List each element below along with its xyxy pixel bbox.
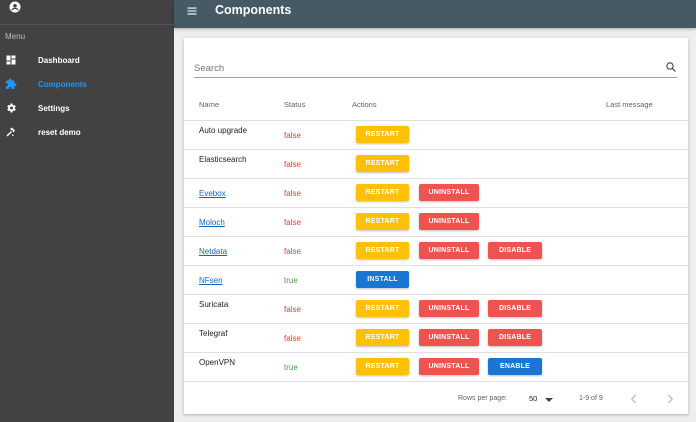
sidebar-item-reset-demo[interactable]: reset demo (0, 122, 174, 142)
rows-per-page-value: 50 (529, 394, 538, 403)
dashboard-icon (6, 55, 16, 65)
component-name: Telegraf (199, 329, 228, 338)
restart-button[interactable]: RESTART (356, 242, 409, 259)
search-icon[interactable] (665, 61, 677, 73)
menu-heading: Menu (5, 32, 26, 41)
status-value: false (284, 160, 301, 169)
hamburger-menu-icon[interactable] (186, 5, 198, 17)
disable-button[interactable]: DISABLE (488, 300, 542, 317)
uninstall-button[interactable]: UNINSTALL (419, 213, 479, 230)
uninstall-button[interactable]: UNINSTALL (419, 300, 479, 317)
uninstall-button[interactable]: UNINSTALL (419, 329, 479, 346)
sidebar-header (0, 0, 174, 25)
status-value: false (284, 189, 301, 198)
chevron-right-icon[interactable] (663, 392, 677, 406)
uninstall-button[interactable]: UNINSTALL (419, 242, 479, 259)
component-link[interactable]: Evebox (199, 189, 226, 198)
caret-down-icon (545, 398, 553, 402)
table-row: OpenVPN true RESTART UNINSTALL ENABLE (184, 353, 688, 382)
table-row: Moloch false RESTART UNINSTALL (184, 208, 688, 237)
column-header-last-message[interactable]: Last message (606, 100, 653, 109)
restart-button[interactable]: RESTART (356, 300, 409, 317)
status-value: false (284, 334, 301, 343)
component-name: OpenVPN (199, 358, 236, 367)
rows-per-page-select[interactable]: 50 (529, 392, 559, 406)
app-bar: Components (174, 0, 696, 28)
table-row: Suricata false RESTART UNINSTALL DISABLE (184, 295, 688, 324)
table-row: NFsen true INSTALL (184, 266, 688, 295)
uninstall-button[interactable]: UNINSTALL (419, 358, 479, 375)
sidebar-item-label: Dashboard (38, 55, 80, 65)
table-row: Evebox false RESTART UNINSTALL (184, 179, 688, 208)
table-pagination: Rows per page: 50 1-9 of 9 (184, 386, 688, 414)
restart-button[interactable]: RESTART (356, 155, 409, 172)
restart-button[interactable]: RESTART (356, 329, 409, 346)
sidebar-item-label: reset demo (38, 127, 81, 137)
components-card: Name Status Actions Last message Auto up… (184, 38, 688, 414)
chevron-left-icon[interactable] (627, 392, 641, 406)
page-title: Components (215, 3, 292, 17)
sidebar-item-dashboard[interactable]: Dashboard (0, 50, 174, 70)
component-name: Suricata (199, 300, 229, 309)
disable-button[interactable]: DISABLE (488, 329, 542, 346)
status-value: true (284, 363, 298, 372)
component-link[interactable]: NFsen (199, 276, 223, 285)
component-name: Auto upgrade (199, 126, 248, 135)
gear-icon (7, 103, 16, 113)
status-value: false (284, 218, 301, 227)
puzzle-icon (6, 78, 17, 89)
restart-button[interactable]: RESTART (356, 213, 409, 230)
sidebar-item-label: Components (38, 79, 87, 89)
sidebar-item-components[interactable]: Components (0, 74, 174, 94)
column-header-actions[interactable]: Actions (352, 100, 377, 109)
restart-button[interactable]: RESTART (356, 358, 409, 375)
install-button[interactable]: INSTALL (356, 271, 409, 288)
sidebar-item-settings[interactable]: Settings (0, 98, 174, 118)
status-value: false (284, 305, 301, 314)
table-row: Telegraf false RESTART UNINSTALL DISABLE (184, 324, 688, 353)
component-link[interactable]: Moloch (199, 218, 225, 227)
status-value: false (284, 131, 301, 140)
account-icon[interactable] (9, 1, 21, 13)
search-input[interactable] (194, 60, 654, 76)
column-header-status[interactable]: Status (284, 100, 305, 109)
sidebar-item-label: Settings (38, 103, 70, 113)
status-value: true (284, 276, 298, 285)
restart-button[interactable]: RESTART (356, 184, 409, 201)
table-row: Netdata false RESTART UNINSTALL DISABLE (184, 237, 688, 266)
pagination-range: 1-9 of 9 (579, 395, 603, 402)
table-row: Auto upgrade false RESTART (184, 121, 688, 150)
enable-button[interactable]: ENABLE (488, 358, 542, 375)
status-value: false (284, 247, 301, 256)
table-row: Elasticsearch false RESTART (184, 150, 688, 179)
column-header-name[interactable]: Name (199, 100, 219, 109)
rows-per-page-label: Rows per page: (458, 395, 508, 402)
disable-button[interactable]: DISABLE (488, 242, 542, 259)
hammer-icon (6, 127, 15, 137)
restart-button[interactable]: RESTART (356, 126, 409, 143)
uninstall-button[interactable]: UNINSTALL (419, 184, 479, 201)
component-link[interactable]: Netdata (199, 247, 227, 256)
component-name: Elasticsearch (199, 155, 247, 164)
sidebar: Menu Dashboard Components Settings reset… (0, 0, 174, 422)
search-field (194, 58, 677, 78)
